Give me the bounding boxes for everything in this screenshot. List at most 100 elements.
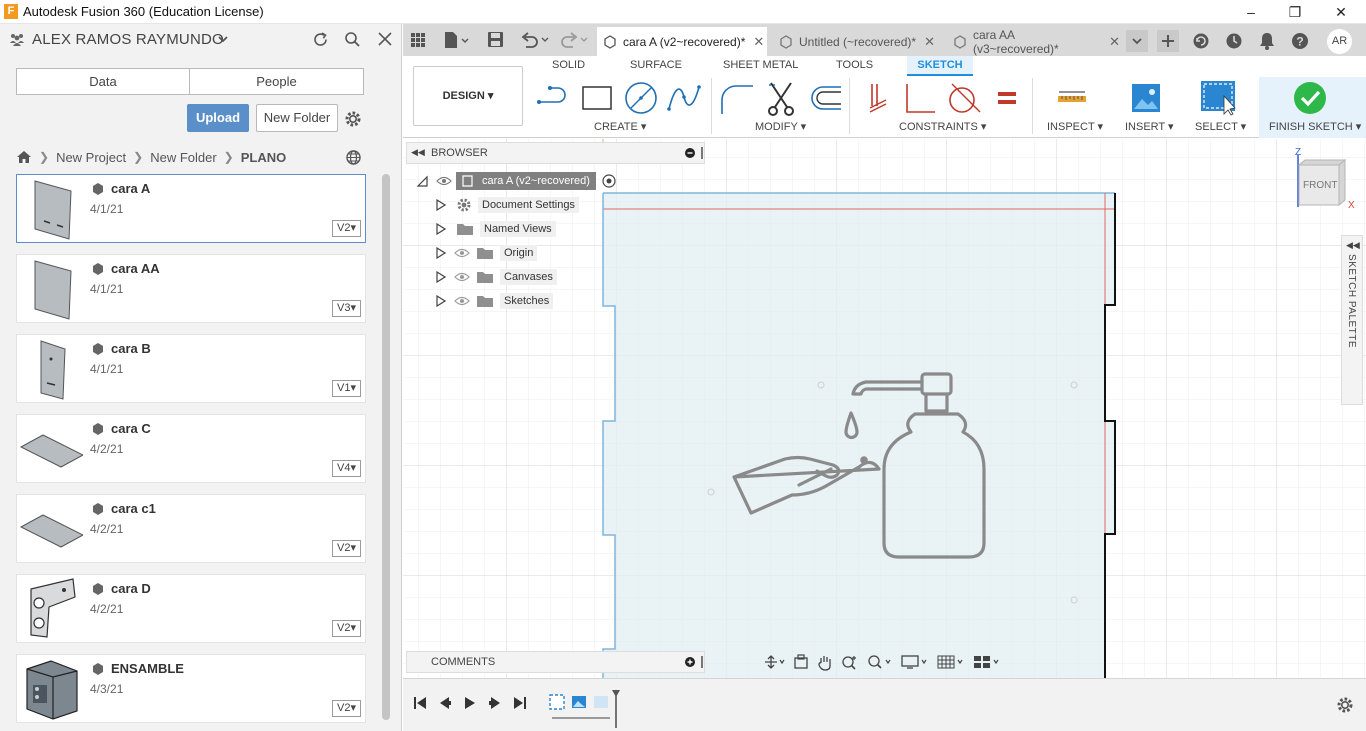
viewports-icon[interactable] (973, 654, 1001, 670)
new-tab-plus-icon[interactable] (1157, 30, 1179, 52)
ribbon-tab-sheet-metal[interactable]: SHEET METAL (723, 59, 798, 71)
trim-scissors-icon[interactable] (765, 81, 797, 117)
ribbon-tab-sketch[interactable]: SKETCH (907, 56, 973, 76)
zoom-window-icon[interactable] (867, 654, 893, 670)
spline-tool-icon[interactable] (667, 83, 701, 113)
browser-item-named-views[interactable]: Named Views (416, 219, 656, 239)
offset-tool-icon[interactable] (807, 83, 843, 113)
equal-constraint-icon[interactable] (997, 90, 1017, 106)
file-card-cara-c1[interactable]: cara c1 4/2/21 V2▾ (16, 494, 366, 563)
browser-item-document-settings[interactable]: Document Settings (416, 195, 656, 215)
close-tab-icon[interactable]: ✕ (924, 34, 935, 50)
doc-tab-cara-a[interactable]: cara A (v2~recovered)* ✕ (597, 27, 767, 56)
browser-root-row[interactable]: cara A (v2~recovered) (416, 171, 656, 191)
save-icon[interactable] (487, 31, 504, 48)
coincident-constraint-icon[interactable] (868, 82, 888, 114)
visibility-eye-icon[interactable] (454, 296, 470, 306)
search-icon[interactable] (344, 31, 361, 48)
upload-button[interactable]: Upload (187, 104, 249, 132)
file-list-scrollbar[interactable] (382, 174, 390, 720)
step-forward-icon[interactable] (488, 696, 502, 710)
browser-item-canvases[interactable]: Canvases (416, 267, 656, 287)
sketch-palette-tab[interactable]: ◀◀ SKETCH PALETTE (1341, 235, 1363, 405)
close-icon[interactable] (377, 31, 393, 47)
select-tool-icon[interactable] (1200, 80, 1238, 116)
panel-grip-icon[interactable] (701, 656, 703, 668)
browser-item-origin[interactable]: Origin (416, 243, 656, 263)
finish-sketch-check-icon[interactable] (1293, 81, 1327, 115)
insert-group-menu[interactable]: INSERT ▾ (1125, 120, 1174, 133)
browser-panel-header[interactable]: ◀◀ BROWSER (406, 142, 705, 164)
browser-item-sketches[interactable]: Sketches (416, 291, 656, 311)
ribbon-tab-surface[interactable]: SURFACE (630, 59, 682, 71)
go-to-start-icon[interactable] (413, 696, 427, 710)
timeline-active-feature-icon[interactable] (593, 695, 609, 709)
pan-hand-icon[interactable] (817, 654, 833, 671)
version-badge[interactable]: V2▾ (332, 220, 361, 237)
zoom-icon[interactable] (841, 654, 859, 670)
user-name[interactable]: ALEX RAMOS RAYMUNDO (32, 31, 224, 48)
inspect-group-menu[interactable]: INSPECT ▾ (1047, 120, 1103, 133)
file-card-ensamble[interactable]: ENSAMBLE 4/3/21 V2▾ (16, 654, 366, 723)
go-to-end-icon[interactable] (513, 696, 527, 710)
visibility-eye-icon[interactable] (454, 248, 470, 258)
online-status-icon[interactable] (1192, 32, 1210, 50)
expand-triangle-icon[interactable] (436, 247, 446, 259)
visibility-eye-icon[interactable] (454, 272, 470, 282)
version-badge[interactable]: V2▾ (332, 700, 361, 717)
close-window-button[interactable]: ✕ (1318, 0, 1364, 24)
look-at-icon[interactable] (793, 654, 809, 670)
viewcube-face-front[interactable]: FRONT (1303, 180, 1337, 191)
undo-icon[interactable] (520, 31, 550, 49)
timeline-marker-icon[interactable] (611, 689, 621, 729)
viewcube[interactable] (1293, 145, 1353, 207)
display-settings-icon[interactable] (901, 654, 929, 670)
timeline-sketch-feature-icon[interactable] (548, 693, 566, 711)
restore-button[interactable]: ❐ (1272, 0, 1318, 24)
collapse-browser-icon[interactable]: ◀◀ (411, 147, 425, 158)
doc-tab-cara-aa[interactable]: cara AA (v3~recovered)* ✕ (947, 27, 1120, 56)
expand-triangle-icon[interactable] (436, 223, 446, 235)
activate-radio-icon[interactable] (602, 174, 616, 188)
grid-settings-icon[interactable] (937, 654, 965, 670)
expand-palette-icon[interactable]: ◀◀ (1346, 240, 1360, 251)
tab-people[interactable]: People (189, 68, 364, 95)
panel-grip-icon[interactable] (701, 147, 703, 159)
home-icon[interactable] (16, 150, 32, 164)
redo-icon[interactable] (559, 31, 589, 49)
finish-sketch-button[interactable]: FINISH SKETCH ▾ (1269, 120, 1361, 133)
job-status-clock-icon[interactable] (1225, 32, 1243, 50)
modify-group-menu[interactable]: MODIFY ▾ (755, 120, 806, 133)
new-folder-button[interactable]: New Folder (256, 104, 338, 132)
globe-icon[interactable] (345, 149, 362, 166)
close-tab-icon[interactable]: ✕ (1109, 34, 1120, 50)
ribbon-tab-solid[interactable]: SOLID (552, 59, 585, 71)
version-badge[interactable]: V1▾ (332, 380, 361, 397)
minimize-button[interactable]: – (1228, 0, 1274, 24)
timeline-canvas-feature-icon[interactable] (571, 695, 587, 709)
file-menu-icon[interactable] (443, 31, 469, 49)
minus-circle-icon[interactable] (685, 148, 695, 158)
rectangle-tool-icon[interactable] (581, 85, 613, 111)
breadcrumb-new-project[interactable]: New Project (56, 150, 126, 165)
version-badge[interactable]: V2▾ (332, 540, 361, 557)
fillet-tool-icon[interactable] (719, 82, 755, 116)
constraints-group-menu[interactable]: CONSTRAINTS ▾ (899, 120, 986, 133)
visibility-eye-icon[interactable] (436, 176, 452, 186)
insert-image-icon[interactable] (1131, 83, 1161, 113)
tab-overflow-chevron-icon[interactable] (1126, 30, 1148, 52)
doc-tab-untitled[interactable]: Untitled (~recovered)* ✕ (773, 27, 941, 56)
close-tab-icon[interactable]: ✕ (753, 34, 764, 50)
perpendicular-constraint-icon[interactable] (903, 82, 937, 116)
play-icon[interactable] (463, 696, 477, 710)
chevron-down-icon[interactable] (217, 33, 229, 45)
tangent-constraint-icon[interactable] (946, 80, 982, 116)
user-avatar[interactable]: AR (1327, 29, 1352, 54)
app-grid-icon[interactable] (410, 32, 426, 48)
line-tool-icon[interactable] (536, 82, 572, 112)
refresh-icon[interactable] (312, 31, 329, 48)
ribbon-tab-tools[interactable]: TOOLS (836, 59, 873, 71)
add-comment-icon[interactable] (685, 657, 695, 667)
orbit-icon[interactable] (763, 654, 785, 670)
create-group-menu[interactable]: CREATE ▾ (594, 120, 646, 133)
